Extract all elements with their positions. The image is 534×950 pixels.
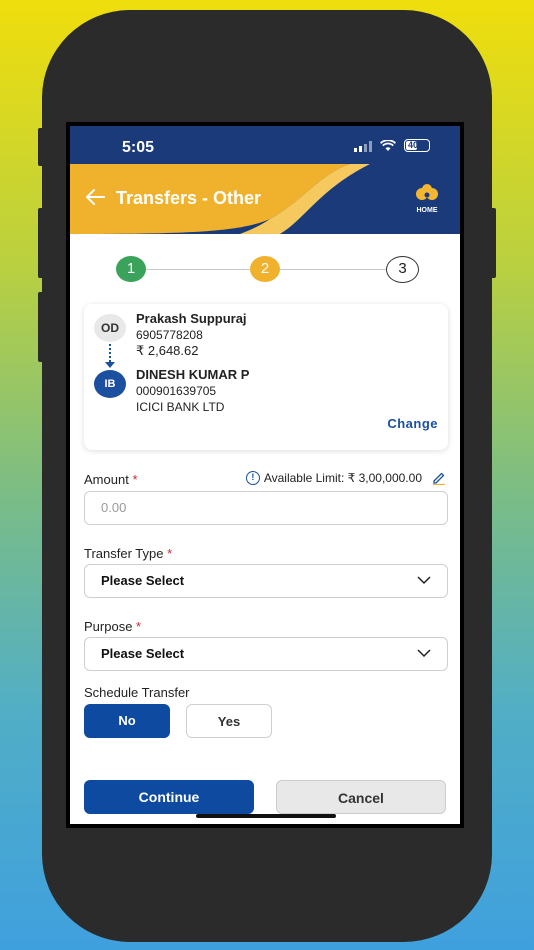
phone-power-button [488,208,496,278]
wifi-icon [380,139,396,151]
phone-screen: 5:05 40 Transfers - Other HOME 1 2 3 OD … [66,122,464,828]
purpose-value: Please Select [101,646,185,661]
status-icons: 40 [354,139,430,152]
from-account-badge: OD [94,314,126,342]
app-screen: 5:05 40 Transfers - Other HOME 1 2 3 OD … [70,126,460,824]
stepper-line [146,269,250,270]
transfer-form: 1 2 3 OD IB Prakash Suppuraj 6905778208 … [70,234,460,766]
back-arrow-icon[interactable] [84,186,106,208]
chevron-down-icon [417,649,431,658]
from-account-number: 6905778208 [136,328,203,342]
change-beneficiary-link[interactable]: Change [387,416,438,431]
transfer-type-select[interactable]: Please Select [84,564,448,598]
home-button[interactable]: HOME [410,184,444,214]
from-account-name: Prakash Suppuraj [136,311,247,326]
home-logo-icon [416,184,438,200]
info-icon[interactable]: ! [245,471,260,485]
amount-label: Amount * [84,472,138,487]
phone-volume-down [38,292,46,362]
stepper-line [280,269,386,270]
step-2-current: 2 [250,256,280,282]
transfer-type-label: Transfer Type * [84,546,173,561]
schedule-yes-button[interactable]: Yes [186,704,272,738]
home-indicator[interactable] [196,814,336,818]
from-account-details: Prakash Suppuraj 6905778208 ₹ 2,648.62 [136,311,247,359]
battery-icon: 40 [404,139,430,152]
phone-mute-switch [38,128,46,166]
home-label: HOME [416,207,438,214]
schedule-transfer-label: Schedule Transfer [84,685,190,700]
continue-button[interactable]: Continue [84,780,254,814]
page-title: Transfers - Other [116,188,262,208]
required-mark: * [132,472,138,487]
available-limit: ! Available Limit: ₹ 3,00,000.00 [245,471,446,485]
to-account-number: 000901639705 [136,384,217,398]
purpose-label: Purpose * [84,619,142,634]
progress-stepper: 1 2 3 [114,256,420,284]
signal-icon [354,140,372,152]
required-mark: * [136,619,142,634]
app-header: Transfers - Other HOME [70,164,460,234]
to-account-name: DINESH KUMAR P [136,367,250,382]
battery-level: 40 [408,140,419,150]
amount-input[interactable]: 0.00 [84,491,448,525]
step-3: 3 [386,256,419,283]
step-1: 1 [116,256,146,282]
purpose-select[interactable]: Please Select [84,637,448,671]
from-account-balance: ₹ 2,648.62 [136,343,199,358]
edit-pencil-icon[interactable] [432,471,446,485]
to-account-bank: ICICI BANK LTD [136,400,225,414]
arrow-down-icon [105,362,115,368]
action-footer: Continue Cancel [70,766,460,824]
chevron-down-icon [417,576,431,585]
required-mark: * [167,546,173,561]
schedule-no-button[interactable]: No [84,704,170,738]
cancel-button[interactable]: Cancel [276,780,446,814]
available-limit-text: Available Limit: ₹ 3,00,000.00 [263,471,422,485]
to-account-badge: IB [94,370,126,398]
account-summary-card: OD IB Prakash Suppuraj 6905778208 ₹ 2,64… [84,304,448,450]
phone-volume-up [38,208,46,278]
status-time: 5:05 [122,139,155,156]
transfer-type-value: Please Select [101,573,185,588]
status-bar: 5:05 40 [70,126,460,164]
to-account-details: DINESH KUMAR P 000901639705 ICICI BANK L… [136,367,249,415]
